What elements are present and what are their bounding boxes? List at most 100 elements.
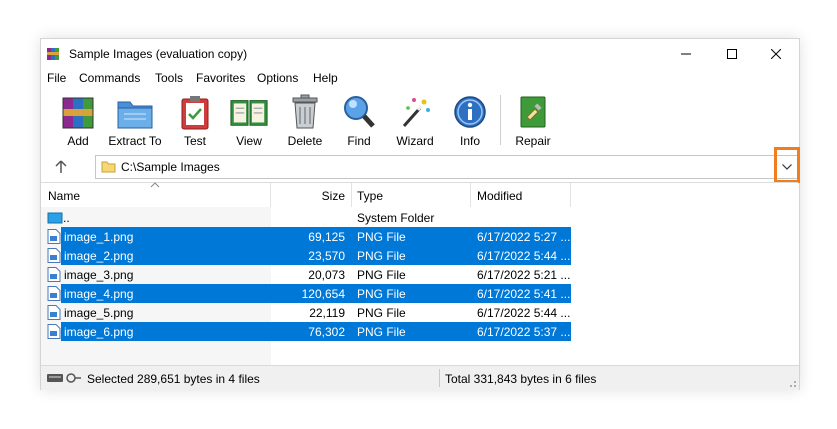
file-size: 69,125 [308, 230, 345, 244]
close-icon [771, 49, 781, 59]
up-arrow-icon [55, 160, 67, 173]
column-divider [570, 183, 571, 207]
extract-to-button[interactable]: Extract To [107, 93, 163, 149]
png-file-icon [47, 267, 61, 282]
drive-key-icon [47, 373, 81, 383]
file-modified: 6/17/2022 5:44 ... [477, 249, 571, 263]
repair-kit-icon [520, 96, 546, 128]
png-file-icon [47, 324, 61, 339]
menu-options[interactable]: Options [257, 71, 298, 85]
minimize-button[interactable] [663, 39, 709, 69]
png-file-icon [47, 248, 61, 263]
delete-label: Delete [287, 134, 323, 148]
file-modified: 6/17/2022 5:21 ... [477, 268, 571, 282]
toolbar-separator [500, 95, 501, 145]
winrar-app-icon [47, 48, 59, 60]
magic-wand-icon [402, 98, 430, 127]
resize-grip-icon[interactable] [787, 378, 797, 388]
status-total: Total 331,843 bytes in 6 files [445, 372, 597, 386]
file-type: PNG File [357, 268, 406, 282]
add-button[interactable]: Add [58, 93, 98, 149]
magnifier-icon [344, 96, 375, 128]
menu-bar: File Commands Tools Favorites Options He… [41, 69, 799, 89]
status-selected: Selected 289,651 bytes in 4 files [87, 372, 260, 386]
png-file-icon [47, 286, 61, 301]
test-clipboard-icon [181, 96, 209, 130]
test-button[interactable]: Test [175, 93, 215, 149]
column-divider [470, 183, 471, 207]
parent-folder-icon [47, 212, 63, 224]
menu-tools[interactable]: Tools [155, 71, 183, 85]
find-button[interactable]: Find [339, 93, 379, 149]
address-bar[interactable]: C:\Sample Images [95, 155, 800, 179]
view-book-icon [230, 100, 268, 126]
file-name: image_3.png [64, 268, 134, 282]
address-path: C:\Sample Images [121, 160, 220, 174]
maximize-button[interactable] [709, 39, 755, 69]
delete-button[interactable]: Delete [284, 93, 326, 149]
file-modified: 6/17/2022 5:41 ... [477, 287, 571, 301]
info-label: Info [459, 134, 480, 148]
file-name: image_6.png [64, 325, 134, 339]
png-file-icon [47, 229, 61, 244]
trash-can-icon [292, 94, 318, 129]
menu-help[interactable]: Help [313, 71, 338, 85]
close-button[interactable] [753, 39, 799, 69]
title-bar: Sample Images (evaluation copy) [41, 39, 799, 69]
address-row: C:\Sample Images [41, 153, 800, 181]
menu-file[interactable]: File [47, 71, 66, 85]
winrar-window: Sample Images (evaluation copy) File Com… [40, 38, 800, 390]
folder-icon [101, 161, 116, 173]
file-size: 120,654 [301, 287, 345, 301]
wizard-button[interactable]: Wizard [393, 93, 437, 149]
view-button[interactable]: View [227, 93, 271, 149]
extract-to-label: Extract To [108, 134, 162, 148]
file-size: 23,570 [308, 249, 345, 263]
menu-favorites[interactable]: Favorites [196, 71, 245, 85]
file-type: PNG File [357, 325, 406, 339]
menu-commands[interactable]: Commands [79, 71, 140, 85]
column-divider [351, 183, 352, 207]
view-label: View [236, 134, 262, 148]
info-button[interactable]: Info [450, 93, 490, 149]
file-name: image_5.png [64, 306, 134, 320]
table-row[interactable]: image_4.png 120,654 PNG File 6/17/2022 5… [41, 284, 571, 303]
table-row[interactable]: image_3.png 20,073 PNG File 6/17/2022 5:… [41, 265, 571, 284]
window-title: Sample Images (evaluation copy) [69, 47, 248, 61]
file-name: image_1.png [64, 230, 134, 244]
table-row[interactable]: image_1.png 69,125 PNG File 6/17/2022 5:… [41, 227, 571, 246]
table-row-parent-folder[interactable]: .. System Folder [41, 208, 571, 227]
file-type: System Folder [357, 211, 435, 225]
png-file-icon [47, 305, 61, 320]
up-folder-button[interactable] [51, 157, 71, 177]
file-size: 76,302 [308, 325, 345, 339]
file-list[interactable]: Name Size Type Modified .. System Folder… [41, 182, 798, 365]
sort-ascending-icon [150, 182, 160, 188]
file-type: PNG File [357, 249, 406, 263]
table-row[interactable]: image_5.png 22,119 PNG File 6/17/2022 5:… [41, 303, 571, 322]
file-modified: 6/17/2022 5:37 ... [477, 325, 571, 339]
wizard-label: Wizard [396, 134, 434, 148]
status-divider [439, 369, 440, 387]
file-name: image_4.png [64, 287, 134, 301]
maximize-icon [727, 49, 737, 59]
column-divider [270, 183, 271, 207]
file-modified: 6/17/2022 5:27 ... [477, 230, 571, 244]
file-type: PNG File [357, 287, 406, 301]
status-bar: Selected 289,651 bytes in 4 files Total … [41, 365, 799, 390]
file-type: PNG File [357, 306, 406, 320]
toolbar: Add Extract To Test View Delete Find Wiz… [41, 89, 799, 151]
file-size: 20,073 [308, 268, 345, 282]
info-icon [454, 96, 486, 128]
file-name: image_2.png [64, 249, 134, 263]
table-row[interactable]: image_6.png 76,302 PNG File 6/17/2022 5:… [41, 322, 571, 341]
repair-label: Repair [515, 134, 551, 148]
minimize-icon [681, 53, 691, 55]
table-row[interactable]: image_2.png 23,570 PNG File 6/17/2022 5:… [41, 246, 571, 265]
extract-to-folder-icon [117, 101, 153, 129]
repair-button[interactable]: Repair [513, 93, 553, 149]
dropdown-highlight-box [774, 147, 800, 183]
file-type: PNG File [357, 230, 406, 244]
test-label: Test [183, 134, 206, 148]
add-archive-icon [62, 97, 94, 129]
